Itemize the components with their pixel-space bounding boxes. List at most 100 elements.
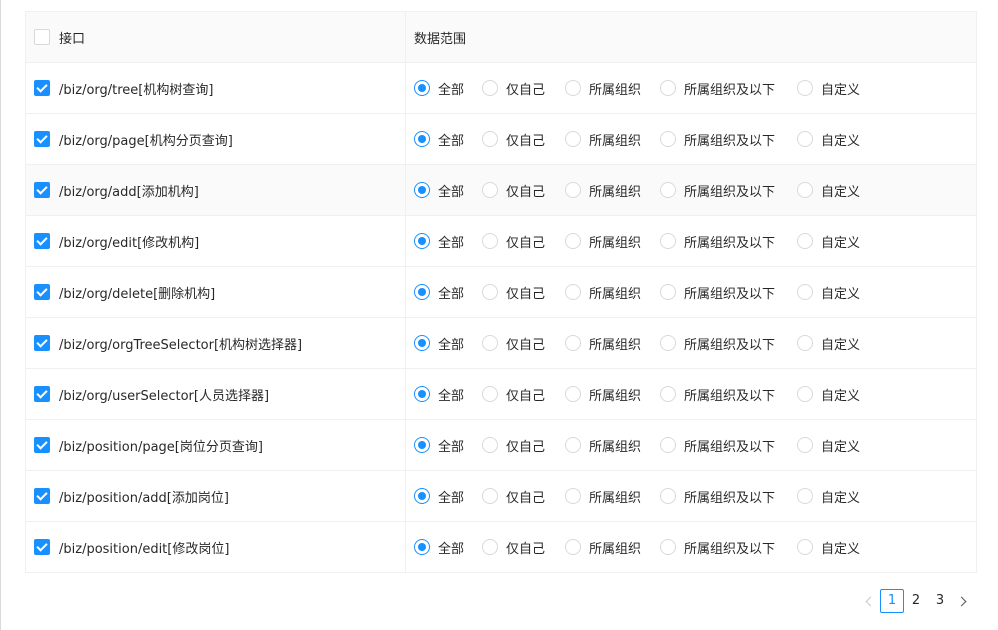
radio-button[interactable] — [797, 284, 813, 300]
radio-button[interactable] — [482, 182, 498, 198]
row-checkbox[interactable] — [34, 131, 50, 147]
scope-option[interactable]: 所属组织及以下 — [660, 130, 781, 149]
radio-button[interactable] — [660, 182, 676, 198]
scope-option[interactable]: 所属组织 — [565, 181, 644, 200]
scope-option[interactable]: 自定义 — [797, 334, 863, 353]
radio-button[interactable] — [797, 182, 813, 198]
scope-option[interactable]: 仅自己 — [482, 385, 549, 404]
scope-option[interactable]: 自定义 — [797, 130, 863, 149]
row-checkbox[interactable] — [34, 284, 50, 300]
radio-button[interactable] — [797, 80, 813, 96]
row-checkbox[interactable] — [34, 233, 50, 249]
scope-option[interactable]: 所属组织及以下 — [660, 334, 781, 353]
radio-button[interactable] — [797, 233, 813, 249]
radio-button[interactable] — [482, 488, 498, 504]
scope-option[interactable]: 仅自己 — [482, 181, 549, 200]
scope-option[interactable]: 仅自己 — [482, 283, 549, 302]
scope-option[interactable]: 所属组织及以下 — [660, 79, 781, 98]
scope-option[interactable]: 所属组织及以下 — [660, 487, 781, 506]
scope-option[interactable]: 全部 — [414, 130, 466, 149]
radio-button[interactable] — [414, 131, 430, 147]
radio-button[interactable] — [414, 437, 430, 453]
scope-option[interactable]: 所属组织及以下 — [660, 283, 781, 302]
radio-button[interactable] — [565, 437, 581, 453]
radio-button[interactable] — [482, 233, 498, 249]
row-checkbox[interactable] — [34, 386, 50, 402]
radio-button[interactable] — [660, 437, 676, 453]
radio-button[interactable] — [797, 131, 813, 147]
next-page-button[interactable] — [952, 589, 974, 613]
scope-option[interactable]: 仅自己 — [482, 79, 549, 98]
scope-option[interactable]: 全部 — [414, 487, 466, 506]
scope-option[interactable]: 所属组织及以下 — [660, 538, 781, 557]
radio-button[interactable] — [482, 131, 498, 147]
radio-button[interactable] — [660, 488, 676, 504]
scope-option[interactable]: 全部 — [414, 334, 466, 353]
scope-option[interactable]: 仅自己 — [482, 232, 549, 251]
radio-button[interactable] — [565, 539, 581, 555]
scope-option[interactable]: 仅自己 — [482, 487, 549, 506]
scope-option[interactable]: 仅自己 — [482, 538, 549, 557]
radio-button[interactable] — [414, 182, 430, 198]
radio-button[interactable] — [414, 488, 430, 504]
row-checkbox[interactable] — [34, 182, 50, 198]
radio-button[interactable] — [797, 386, 813, 402]
scope-option[interactable]: 自定义 — [797, 232, 863, 251]
row-checkbox[interactable] — [34, 488, 50, 504]
radio-button[interactable] — [660, 284, 676, 300]
radio-button[interactable] — [414, 80, 430, 96]
scope-option[interactable]: 全部 — [414, 538, 466, 557]
radio-button[interactable] — [565, 386, 581, 402]
radio-button[interactable] — [482, 437, 498, 453]
radio-button[interactable] — [482, 284, 498, 300]
prev-page-button[interactable] — [858, 589, 880, 613]
radio-button[interactable] — [565, 182, 581, 198]
scope-option[interactable]: 全部 — [414, 79, 466, 98]
radio-button[interactable] — [565, 488, 581, 504]
radio-button[interactable] — [660, 386, 676, 402]
radio-button[interactable] — [414, 233, 430, 249]
scope-option[interactable]: 所属组织 — [565, 334, 644, 353]
scope-option[interactable]: 自定义 — [797, 436, 863, 455]
scope-option[interactable]: 所属组织 — [565, 283, 644, 302]
select-all-checkbox[interactable] — [34, 29, 50, 45]
scope-option[interactable]: 所属组织及以下 — [660, 181, 781, 200]
scope-option[interactable]: 全部 — [414, 385, 466, 404]
radio-button[interactable] — [565, 131, 581, 147]
scope-option[interactable]: 所属组织 — [565, 538, 644, 557]
scope-option[interactable]: 所属组织及以下 — [660, 436, 781, 455]
radio-button[interactable] — [797, 437, 813, 453]
scope-option[interactable]: 仅自己 — [482, 436, 549, 455]
scope-option[interactable]: 全部 — [414, 283, 466, 302]
scope-option[interactable]: 全部 — [414, 232, 466, 251]
scope-option[interactable]: 所属组织 — [565, 436, 644, 455]
scope-option[interactable]: 自定义 — [797, 79, 863, 98]
radio-button[interactable] — [482, 386, 498, 402]
radio-button[interactable] — [660, 539, 676, 555]
radio-button[interactable] — [565, 80, 581, 96]
scope-option[interactable]: 自定义 — [797, 181, 863, 200]
radio-button[interactable] — [414, 335, 430, 351]
radio-button[interactable] — [565, 284, 581, 300]
radio-button[interactable] — [660, 335, 676, 351]
page-2-button[interactable]: 2 — [904, 589, 928, 613]
radio-button[interactable] — [660, 80, 676, 96]
scope-option[interactable]: 所属组织 — [565, 487, 644, 506]
row-checkbox[interactable] — [34, 80, 50, 96]
radio-button[interactable] — [797, 335, 813, 351]
radio-button[interactable] — [414, 386, 430, 402]
row-checkbox[interactable] — [34, 335, 50, 351]
scope-option[interactable]: 自定义 — [797, 487, 863, 506]
radio-button[interactable] — [660, 131, 676, 147]
scope-option[interactable]: 自定义 — [797, 385, 863, 404]
scope-option[interactable]: 仅自己 — [482, 334, 549, 353]
scope-option[interactable]: 全部 — [414, 181, 466, 200]
scope-option[interactable]: 所属组织 — [565, 130, 644, 149]
page-3-button[interactable]: 3 — [928, 589, 952, 613]
scope-option[interactable]: 所属组织 — [565, 232, 644, 251]
scope-option[interactable]: 所属组织 — [565, 385, 644, 404]
row-checkbox[interactable] — [34, 539, 50, 555]
scope-option[interactable]: 仅自己 — [482, 130, 549, 149]
page-1-button[interactable]: 1 — [880, 589, 904, 613]
radio-button[interactable] — [482, 335, 498, 351]
